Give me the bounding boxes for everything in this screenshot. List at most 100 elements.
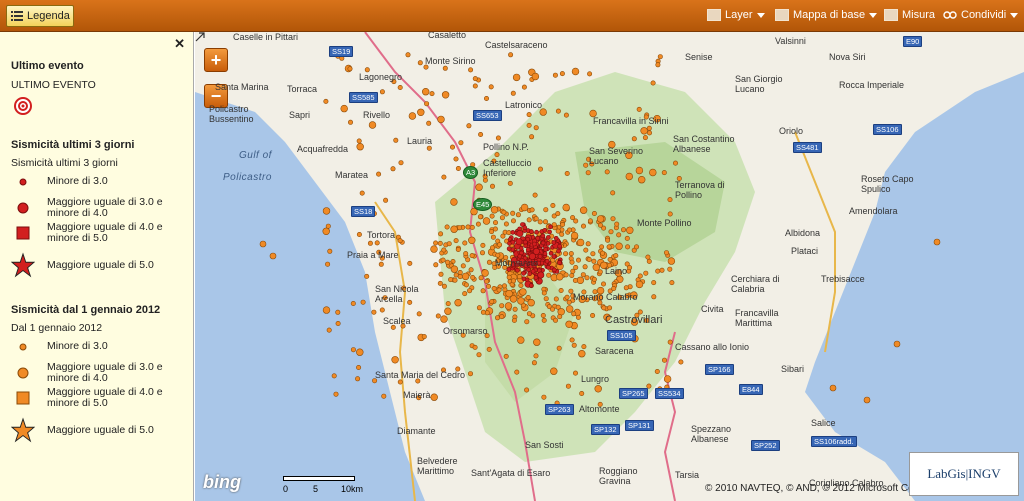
earthquake-marker	[525, 247, 531, 252]
legend-item-label: Maggiore uguale di 3.0 e minore di 4.0	[47, 361, 163, 384]
earthquake-marker	[529, 134, 535, 140]
earthquake-marker	[485, 283, 491, 289]
earthquake-marker	[417, 108, 425, 117]
share-menu-label: Condividi	[961, 9, 1007, 21]
earthquake-marker	[565, 383, 571, 389]
earthquake-marker	[635, 166, 644, 175]
earthquake-marker	[531, 360, 537, 366]
earthquake-marker	[555, 211, 561, 217]
earthquake-marker	[560, 222, 566, 228]
earthquake-marker	[607, 305, 613, 311]
earthquake-marker	[433, 240, 439, 246]
earthquake-marker	[543, 247, 549, 252]
earthquake-marker	[515, 238, 523, 246]
earthquake-marker	[489, 183, 495, 189]
earthquake-marker	[379, 307, 385, 313]
earthquake-marker	[327, 248, 333, 254]
earthquake-marker	[445, 301, 451, 307]
earthquake-marker	[521, 276, 527, 282]
earthquake-marker	[633, 244, 639, 250]
ruler-icon	[884, 9, 898, 21]
place-label: Castrovillari	[605, 314, 663, 326]
earthquake-marker	[490, 206, 499, 214]
earthquake-marker	[650, 80, 656, 86]
earthquake-marker	[510, 230, 516, 235]
earthquake-marker	[350, 300, 356, 306]
earthquake-marker	[494, 152, 500, 158]
earthquake-marker	[467, 371, 473, 377]
earthquake-marker	[601, 305, 607, 311]
earthquake-marker	[585, 241, 591, 247]
earthquake-marker	[435, 313, 441, 319]
earthquake-marker	[611, 286, 617, 292]
earthquake-marker	[569, 273, 575, 279]
earthquake-marker	[584, 275, 590, 281]
earthquake-marker	[522, 225, 528, 230]
earthquake-marker	[657, 54, 663, 60]
earthquake-marker	[578, 350, 586, 358]
place-label: Albidona	[785, 228, 821, 238]
zoom-in-button[interactable]: +	[204, 48, 228, 72]
earthquake-marker	[581, 344, 587, 350]
map-canvas[interactable]: + − Caselle in Pittari Casaletto Santa M…	[195, 32, 1024, 501]
place-label: San Nicola Arcella	[375, 284, 419, 304]
earthquake-marker	[571, 67, 580, 76]
place-label: Tarsia	[675, 470, 700, 480]
place-label: Rocca Imperiale	[839, 80, 905, 90]
earthquake-marker	[541, 317, 547, 323]
earthquake-marker	[269, 252, 277, 260]
earthquake-marker	[553, 296, 559, 302]
place-label: Civita	[701, 304, 724, 314]
basemap-menu[interactable]: Mappa di base	[775, 9, 878, 21]
basemap-menu-label: Mappa di base	[793, 9, 866, 21]
earthquake-marker	[397, 238, 403, 244]
earthquake-marker	[383, 197, 389, 203]
measure-button[interactable]: Misura	[884, 9, 935, 21]
earthquake-marker	[460, 263, 466, 269]
road-shield: SS105	[607, 330, 636, 341]
earthquake-marker	[829, 384, 837, 392]
earthquake-marker	[486, 346, 492, 352]
top-toolbar: Legenda Layer Mappa di base Misura Condi…	[0, 0, 1024, 32]
earthquake-marker	[569, 337, 575, 343]
earthquake-marker	[518, 245, 524, 251]
sea-label: Gulf of	[239, 150, 272, 161]
place-label: Salice	[811, 418, 836, 428]
expand-icon[interactable]	[195, 32, 205, 42]
earthquake-marker	[553, 236, 559, 241]
earthquake-marker	[424, 101, 430, 107]
share-menu[interactable]: Condividi	[943, 9, 1019, 21]
legend-toggle-button[interactable]: Legenda	[6, 5, 74, 27]
earthquake-marker	[575, 314, 581, 320]
legend-item-label: Maggiore uguale di 5.0	[47, 423, 154, 436]
earthquake-marker	[583, 247, 589, 253]
earthquake-marker	[450, 144, 456, 150]
earthquake-marker	[433, 262, 439, 268]
close-icon[interactable]: ✕	[174, 36, 185, 52]
earthquake-marker	[537, 254, 543, 259]
earthquake-marker	[501, 209, 507, 215]
scale-label: 0	[283, 484, 289, 494]
earthquake-marker	[492, 220, 498, 226]
road-shield: SP132	[591, 424, 620, 435]
earthquake-marker	[331, 373, 337, 379]
earthquake-marker	[467, 288, 473, 294]
earthquake-marker	[506, 267, 512, 272]
earthquake-marker	[457, 225, 463, 231]
earthquake-marker	[514, 369, 520, 375]
earthquake-marker	[649, 168, 657, 177]
earthquake-marker	[543, 296, 549, 302]
earthquake-marker	[559, 71, 565, 77]
grid-icon	[775, 9, 789, 21]
earthquake-marker	[429, 91, 435, 97]
earthquake-marker	[564, 294, 570, 300]
earthquake-marker	[620, 227, 626, 233]
earthquake-marker	[454, 299, 462, 307]
earthquake-marker	[526, 311, 532, 317]
legend-button-label: Legenda	[27, 10, 70, 22]
layer-menu[interactable]: Layer	[707, 9, 765, 21]
earthquake-marker	[356, 364, 362, 370]
earthquake-marker	[663, 250, 669, 256]
legend-item: Maggiore uguale di 5.0	[11, 252, 186, 278]
earthquake-marker	[580, 272, 586, 278]
